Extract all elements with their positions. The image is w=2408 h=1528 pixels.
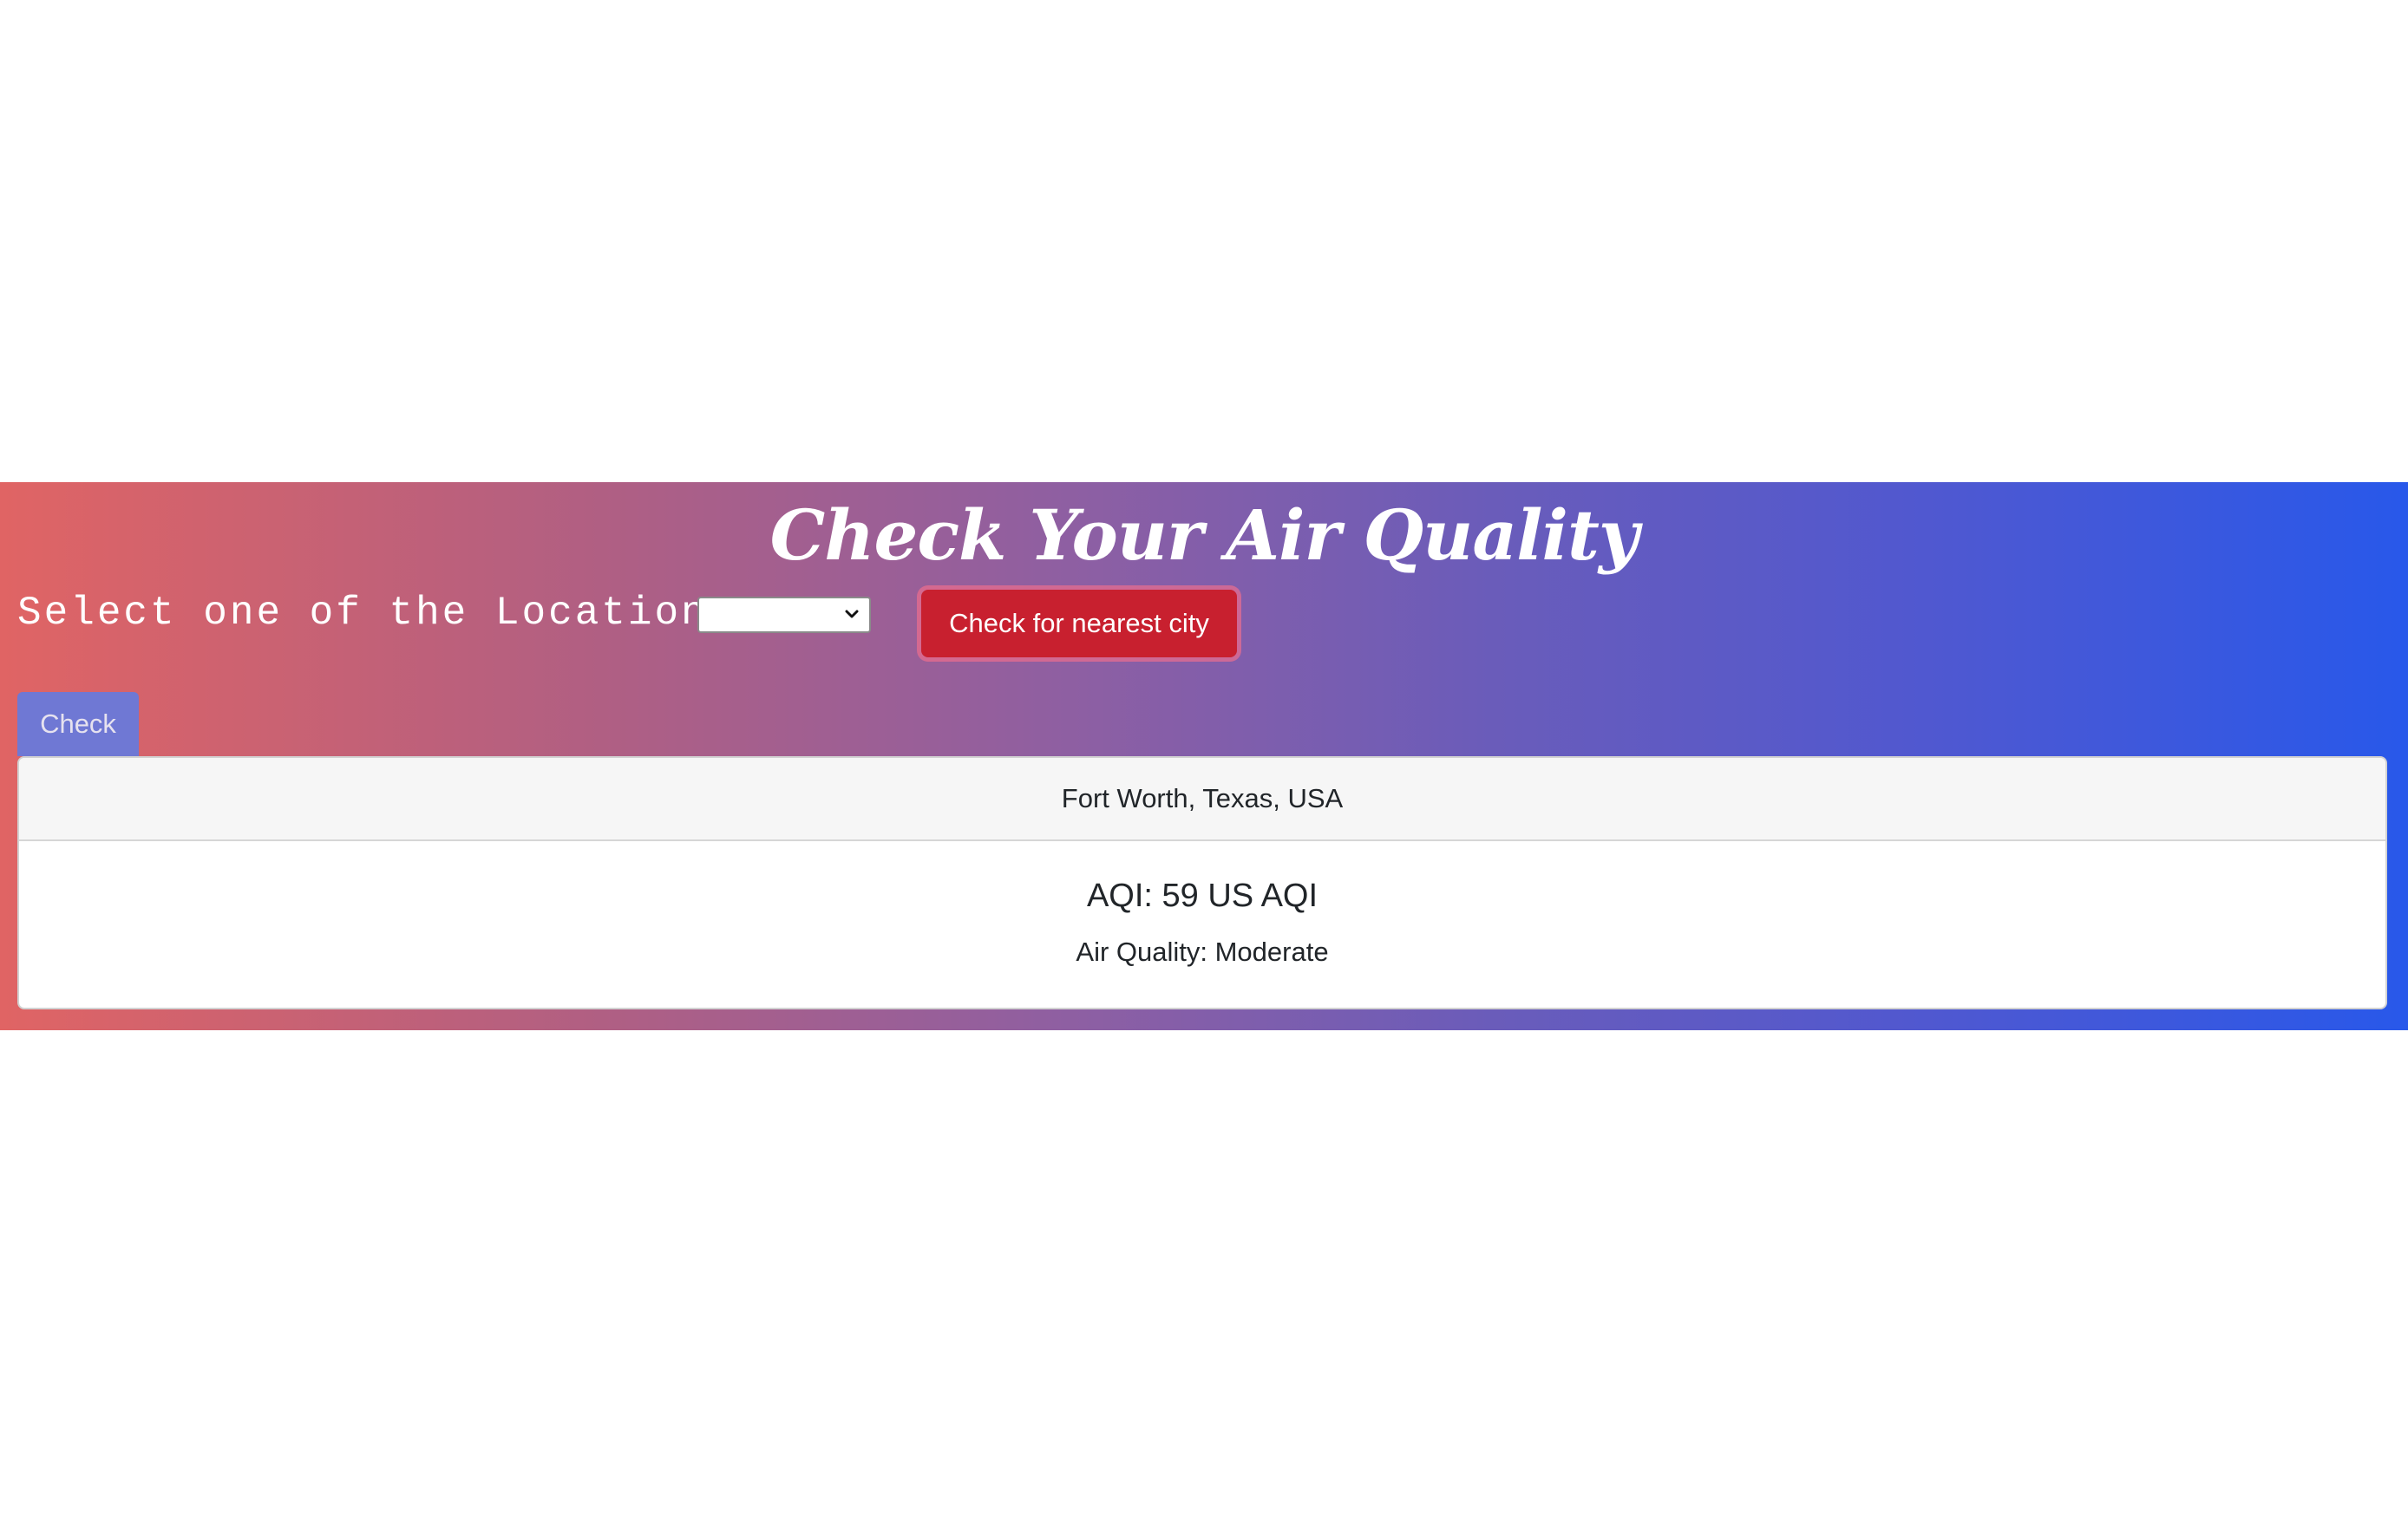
aqi-value: AQI: 59 US AQI: [1086, 878, 1319, 914]
location-select-value: [708, 598, 834, 631]
air-quality-status: Air Quality: Moderate: [1076, 937, 1329, 967]
location-select[interactable]: [697, 597, 871, 633]
check-nearest-city-button[interactable]: Check for nearest city: [921, 590, 1237, 657]
select-location-label: Select one of the Location: [17, 591, 708, 636]
page-title: Check Your Air Quality: [769, 494, 1639, 576]
chevron-down-icon: [845, 610, 859, 618]
result-card: Fort Worth, Texas, USA AQI: 59 US AQI Ai…: [17, 756, 2387, 1009]
result-location: Fort Worth, Texas, USA: [19, 758, 2385, 841]
check-button[interactable]: Check: [17, 692, 139, 756]
